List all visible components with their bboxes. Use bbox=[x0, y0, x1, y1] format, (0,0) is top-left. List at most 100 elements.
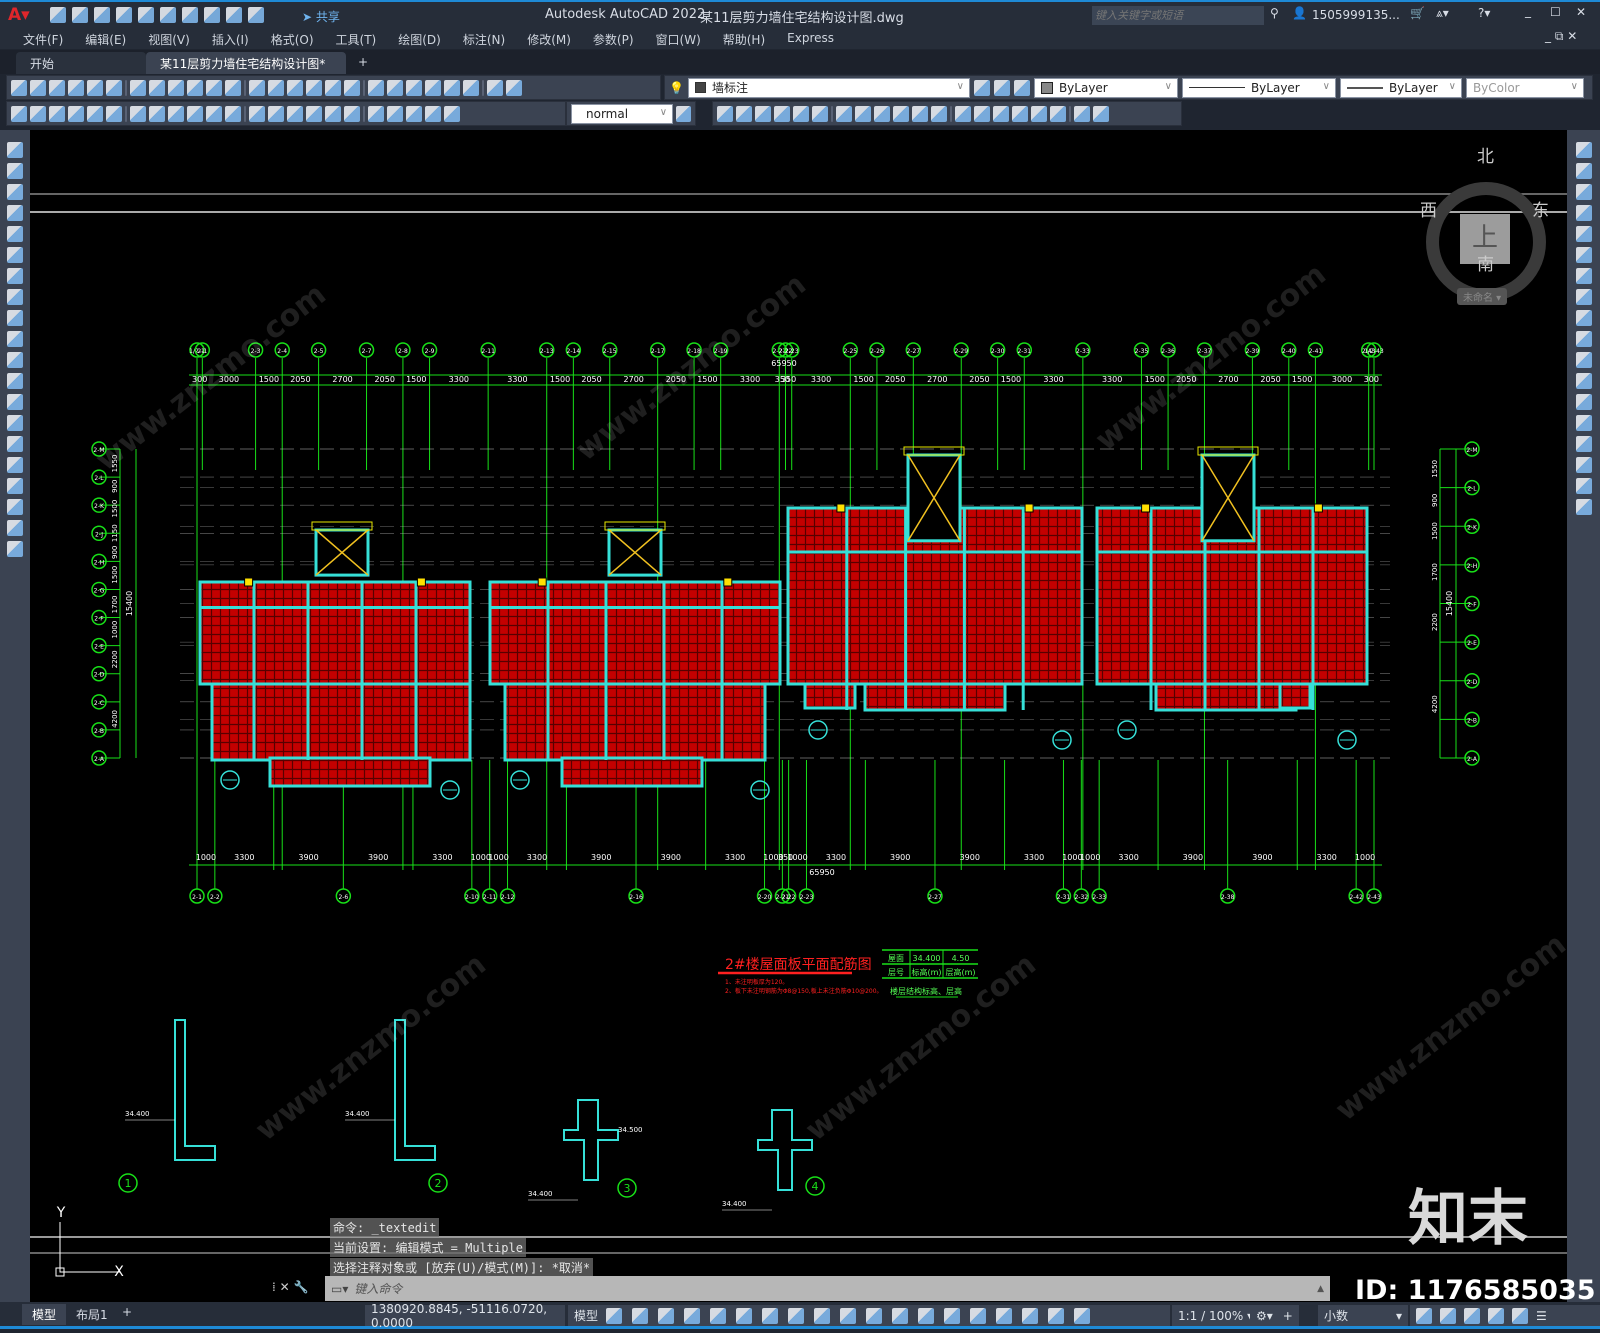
quick-properties-icon[interactable] bbox=[1416, 1307, 1432, 1324]
dimstyle-combo[interactable]: normal ∨ bbox=[571, 103, 674, 124]
array-icon[interactable] bbox=[1575, 226, 1592, 242]
join-icon[interactable] bbox=[1575, 415, 1592, 431]
chamfer-icon[interactable] bbox=[1575, 436, 1592, 452]
separate-icon[interactable] bbox=[1031, 105, 1047, 122]
dynamic-ucs-icon[interactable] bbox=[944, 1307, 960, 1324]
share-button[interactable]: ➤ 共享 bbox=[302, 8, 340, 25]
viewcube-north[interactable]: 北 bbox=[1477, 142, 1494, 167]
menu-item[interactable]: 绘图(D) bbox=[387, 28, 452, 49]
tolerance-icon[interactable] bbox=[325, 105, 341, 122]
check-solid-icon[interactable] bbox=[1093, 105, 1109, 122]
block-editor-icon[interactable] bbox=[225, 79, 241, 96]
plot-icon[interactable] bbox=[182, 7, 198, 23]
table-icon[interactable] bbox=[7, 499, 23, 515]
trim-icon[interactable] bbox=[1575, 331, 1592, 347]
box-icon[interactable] bbox=[717, 105, 733, 122]
viewcube-east[interactable]: 东 bbox=[1532, 196, 1549, 221]
dim-edit-icon[interactable] bbox=[406, 105, 422, 122]
dimstyle-icon[interactable] bbox=[676, 105, 691, 122]
design-center-icon[interactable] bbox=[387, 79, 403, 96]
menu-item[interactable]: 编辑(E) bbox=[74, 28, 137, 49]
region-icon[interactable] bbox=[7, 478, 23, 494]
jogged-linear-icon[interactable] bbox=[387, 105, 403, 122]
annotation-visibility-icon[interactable] bbox=[1022, 1307, 1038, 1324]
layer-previous-icon[interactable] bbox=[993, 79, 1010, 96]
erase-icon[interactable] bbox=[1575, 142, 1592, 158]
units-dropdown[interactable]: 小数 ▾ bbox=[1318, 1305, 1408, 1326]
extend-icon[interactable] bbox=[1575, 352, 1592, 368]
sheet-set-icon[interactable] bbox=[425, 79, 441, 96]
spline-icon[interactable] bbox=[7, 310, 23, 326]
document-window-controls[interactable]: _ ⧉ ✕ bbox=[1545, 29, 1577, 44]
center-mark-icon[interactable] bbox=[344, 105, 360, 122]
block-icon[interactable] bbox=[11, 105, 27, 122]
radius-icon[interactable] bbox=[149, 105, 165, 122]
ortho-icon[interactable] bbox=[710, 1307, 726, 1324]
hatch-icon[interactable] bbox=[7, 436, 23, 452]
imprint-icon[interactable] bbox=[1050, 105, 1066, 122]
minimize-button[interactable]: _ bbox=[1525, 4, 1531, 18]
zoom-previous-icon[interactable] bbox=[344, 79, 360, 96]
aligned-dim-icon[interactable] bbox=[87, 105, 103, 122]
revolve-icon[interactable] bbox=[855, 105, 871, 122]
properties-icon[interactable] bbox=[368, 79, 384, 96]
zoom-window-icon[interactable] bbox=[325, 79, 341, 96]
wedge-icon[interactable] bbox=[736, 105, 752, 122]
copy-icon[interactable] bbox=[168, 79, 184, 96]
new-tab-button[interactable]: + bbox=[350, 52, 376, 74]
menu-item[interactable]: 修改(M) bbox=[516, 28, 582, 49]
maximize-button[interactable]: ☐ bbox=[1550, 5, 1561, 19]
paste-icon[interactable] bbox=[187, 79, 203, 96]
fillet-icon[interactable] bbox=[1575, 457, 1592, 473]
user-name[interactable]: 1505999135... bbox=[1312, 8, 1400, 22]
shell-icon[interactable] bbox=[1012, 105, 1028, 122]
undo-icon[interactable] bbox=[249, 79, 265, 96]
revcloud-icon[interactable] bbox=[7, 289, 23, 305]
user-icon[interactable]: 👤 bbox=[1292, 6, 1307, 20]
drawing-canvas[interactable]: 65950 300 3000 1500 2050 2700 2050 1500 3300 3300… bbox=[30, 130, 1567, 1302]
plot-icon[interactable] bbox=[106, 79, 122, 96]
help-icon[interactable]: ?▾ bbox=[1478, 6, 1490, 20]
3dalign-icon[interactable] bbox=[931, 105, 947, 122]
point-icon[interactable] bbox=[7, 415, 23, 431]
inspection-icon[interactable] bbox=[368, 105, 384, 122]
check-icon[interactable] bbox=[30, 105, 46, 122]
command-input[interactable]: ▭▾ 键入命令 ▲ bbox=[325, 1276, 1330, 1301]
diameter-icon[interactable] bbox=[187, 105, 203, 122]
subtract-icon[interactable] bbox=[793, 105, 809, 122]
ellipse-arc-icon[interactable] bbox=[7, 352, 23, 368]
command-history-toggle[interactable]: ▲ bbox=[1317, 1284, 1330, 1294]
insert-block-icon[interactable] bbox=[7, 373, 23, 389]
menu-item[interactable]: 视图(V) bbox=[137, 28, 201, 49]
make-block-icon[interactable] bbox=[7, 394, 23, 410]
circle-icon[interactable] bbox=[7, 268, 23, 284]
3dmove-icon[interactable] bbox=[955, 105, 971, 122]
rectangle-icon[interactable] bbox=[7, 226, 23, 242]
stretch-icon[interactable] bbox=[1575, 310, 1592, 326]
lineweight-icon[interactable] bbox=[840, 1307, 856, 1324]
publish-icon[interactable] bbox=[130, 79, 146, 96]
menu-item[interactable]: 文件(F) bbox=[12, 28, 74, 49]
model-space-button[interactable]: 模型 bbox=[568, 1305, 605, 1326]
continue-icon[interactable] bbox=[268, 105, 284, 122]
mtext-icon[interactable] bbox=[7, 520, 23, 536]
cone-icon[interactable] bbox=[755, 105, 771, 122]
extrude-icon[interactable] bbox=[836, 105, 852, 122]
copy-icon[interactable] bbox=[1575, 163, 1592, 179]
scale-icon[interactable] bbox=[1575, 289, 1592, 305]
snap-icon[interactable] bbox=[632, 1307, 648, 1324]
menu-item[interactable]: 插入(I) bbox=[201, 28, 260, 49]
close-button[interactable]: ✕ bbox=[1576, 5, 1586, 19]
command-prompt-icon[interactable]: ▭▾ bbox=[325, 1282, 354, 1296]
dim-space-icon[interactable] bbox=[287, 105, 303, 122]
quick-dim-icon[interactable] bbox=[225, 105, 241, 122]
section-icon[interactable] bbox=[893, 105, 909, 122]
infer-constraints-icon[interactable] bbox=[658, 1307, 674, 1324]
annotation-scale[interactable]: 1:1 / 100% ▾ bbox=[1172, 1305, 1260, 1326]
dim-update-icon[interactable] bbox=[444, 105, 460, 122]
interfere-icon[interactable] bbox=[912, 105, 928, 122]
annotation-scale-icon[interactable] bbox=[1074, 1307, 1090, 1324]
plotstyle-combo[interactable]: ByColor ∨ bbox=[1465, 77, 1584, 98]
erase-text-icon[interactable] bbox=[49, 105, 65, 122]
customize-menu-icon[interactable]: ☰ bbox=[1536, 1309, 1547, 1323]
